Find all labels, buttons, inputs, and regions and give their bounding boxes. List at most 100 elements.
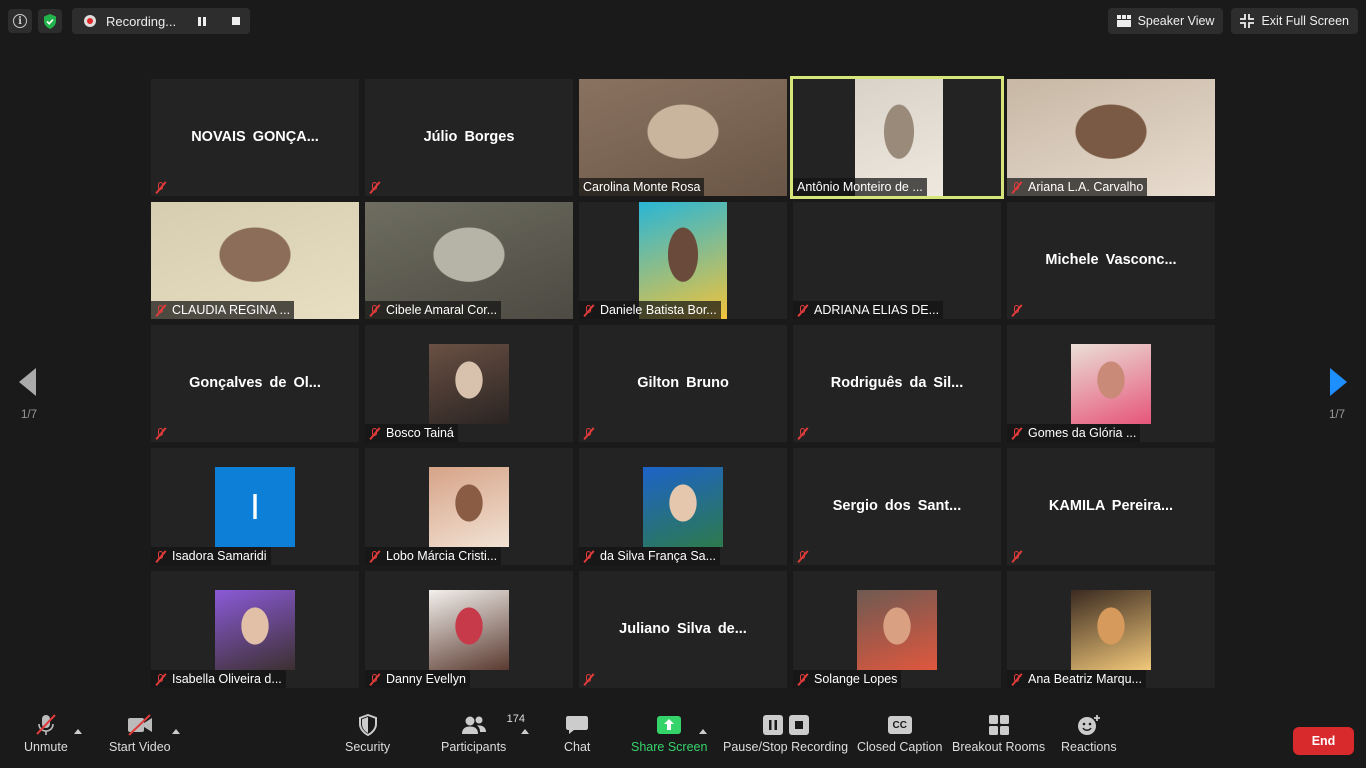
record-icon (84, 15, 96, 27)
participant-name: Júlio Borges (423, 129, 515, 145)
participant-tile[interactable]: Juliano Silva de... (579, 571, 787, 688)
muted-mic-icon (368, 304, 381, 317)
participant-tile[interactable]: Antônio Monteiro de ... (790, 76, 1004, 199)
participant-tile[interactable]: Lobo Márcia Cristi... (365, 448, 573, 565)
participant-tile[interactable]: KAMILA Pereira... (1007, 448, 1215, 565)
participant-tile[interactable]: Danny Evellyn (365, 571, 573, 688)
participants-icon: 174 (460, 713, 525, 736)
chat-icon (565, 714, 589, 736)
participant-tile[interactable]: Gomes da Glória ... (1007, 325, 1215, 442)
participant-name-tag (579, 424, 599, 442)
top-left-controls: i Recording... (8, 8, 250, 34)
participant-name: Juliano Silva de... (619, 621, 747, 637)
participant-tile[interactable]: Rodriguês da Sil... (793, 325, 1001, 442)
meeting-info-button[interactable]: i (8, 9, 32, 33)
participant-tile[interactable]: Isabella Oliveira d... (151, 571, 359, 688)
participant-initial-avatar: I (215, 467, 295, 547)
participant-name-tag: Lobo Márcia Cristi... (365, 547, 502, 565)
participant-avatar (1071, 590, 1151, 670)
participant-name-tag: ADRIANA ELIAS DE... (793, 301, 944, 319)
next-page-arrow-icon[interactable] (1330, 368, 1347, 396)
participant-tile[interactable]: Ana Beatriz Marqu... (1007, 571, 1215, 688)
audio-options-caret-icon[interactable] (74, 729, 82, 734)
participant-tile[interactable]: Solange Lopes (793, 571, 1001, 688)
participant-name: Rodriguês da Sil... (830, 375, 964, 391)
muted-mic-icon (368, 550, 381, 563)
participant-label: CLAUDIA REGINA ... (172, 303, 291, 317)
participant-tile[interactable]: CLAUDIA REGINA ... (151, 202, 359, 319)
participant-tile[interactable]: Gilton Bruno (579, 325, 787, 442)
participant-label: Bosco Tainá (386, 426, 454, 440)
start-video-button[interactable]: Start Video (109, 714, 171, 754)
participant-tile[interactable]: Cibele Amaral Cor... (365, 202, 573, 319)
participant-tile[interactable]: Daniele Batista Bor... (579, 202, 787, 319)
participant-name-tag: Ana Beatriz Marqu... (1007, 670, 1146, 688)
participant-tile[interactable]: Ariana L.A. Carvalho (1007, 79, 1215, 196)
reactions-smiley-icon (1077, 714, 1101, 736)
pause-recording-icon[interactable] (198, 16, 206, 26)
participant-label: ADRIANA ELIAS DE... (814, 303, 940, 317)
participant-tile[interactable]: Carolina Monte Rosa (579, 79, 787, 196)
share-screen-button[interactable]: Share Screen (631, 714, 707, 754)
participant-tile[interactable]: Sergio dos Sant... (793, 448, 1001, 565)
participant-label: Solange Lopes (814, 672, 898, 686)
participant-label: Ana Beatriz Marqu... (1028, 672, 1142, 686)
video-options-caret-icon[interactable] (172, 729, 180, 734)
previous-page-arrow-icon[interactable] (19, 368, 36, 396)
participant-avatar (1071, 344, 1151, 424)
participant-name-tag (1007, 547, 1027, 565)
closed-caption-button[interactable]: CC Closed Caption (857, 714, 942, 754)
speaker-view-button[interactable]: Speaker View (1107, 8, 1224, 34)
participant-name-tag (793, 547, 813, 565)
participant-name: Gilton Bruno (637, 375, 729, 391)
muted-mic-icon (368, 427, 381, 440)
participants-button[interactable]: 174 Participants (441, 713, 525, 754)
participant-tile[interactable]: Gonçalves de Ol... (151, 325, 359, 442)
reactions-label: Reactions (1061, 740, 1117, 754)
participant-tile[interactable]: Júlio Borges (365, 79, 573, 196)
encryption-button[interactable] (38, 9, 62, 33)
participant-label: da Silva França Sa... (600, 549, 717, 563)
start-video-label: Start Video (109, 740, 171, 754)
share-options-caret-icon[interactable] (699, 729, 707, 734)
breakout-rooms-button[interactable]: Breakout Rooms (952, 714, 1045, 754)
participant-tile[interactable]: NOVAIS GONÇA... (151, 79, 359, 196)
participant-label: Antônio Monteiro de ... (797, 180, 923, 194)
muted-mic-icon (1010, 550, 1023, 563)
participant-name-tag (365, 178, 385, 196)
participants-label: Participants (441, 740, 507, 754)
participant-name-tag: Cibele Amaral Cor... (365, 301, 502, 319)
unmute-button[interactable]: Unmute (24, 714, 68, 754)
participant-name-tag: Solange Lopes (793, 670, 902, 688)
gallery-grid: NOVAIS GONÇA... Júlio Borges Carolina Mont… (151, 76, 1215, 688)
participant-tile[interactable]: Michele Vasconc... (1007, 202, 1215, 319)
participant-name-tag: da Silva França Sa... (579, 547, 721, 565)
participant-tile[interactable]: Bosco Tainá (365, 325, 573, 442)
reactions-button[interactable]: Reactions (1061, 714, 1117, 754)
breakout-rooms-label: Breakout Rooms (952, 740, 1046, 754)
participant-avatar (429, 344, 509, 424)
exit-fullscreen-button[interactable]: Exit Full Screen (1231, 8, 1358, 34)
security-button[interactable]: Security (345, 714, 390, 754)
muted-mic-icon (34, 714, 58, 736)
exit-fullscreen-label: Exit Full Screen (1261, 14, 1349, 28)
chat-button[interactable]: Chat (564, 714, 590, 754)
info-icon: i (13, 14, 27, 28)
muted-mic-icon (1010, 427, 1023, 440)
end-meeting-button[interactable]: End (1293, 727, 1354, 755)
page-indicator-right: 1/7 (1329, 409, 1345, 421)
pause-stop-recording-button[interactable]: Pause/Stop Recording (723, 714, 848, 754)
share-screen-icon (656, 714, 682, 736)
participant-name-tag: Bosco Tainá (365, 424, 458, 442)
participant-tile[interactable]: I Isadora Samaridi (151, 448, 359, 565)
participant-tile[interactable]: ADRIANA ELIAS DE... (793, 202, 1001, 319)
participant-avatar (643, 467, 723, 547)
participant-tile[interactable]: da Silva França Sa... (579, 448, 787, 565)
participants-options-caret-icon[interactable] (521, 729, 529, 734)
participant-name: Michele Vasconc... (1045, 252, 1177, 268)
participant-name-tag: Ariana L.A. Carvalho (1007, 178, 1148, 196)
muted-mic-icon (1010, 304, 1023, 317)
participant-label: Cibele Amaral Cor... (386, 303, 498, 317)
stop-recording-icon[interactable] (232, 17, 240, 25)
speaker-view-label: Speaker View (1137, 14, 1215, 28)
